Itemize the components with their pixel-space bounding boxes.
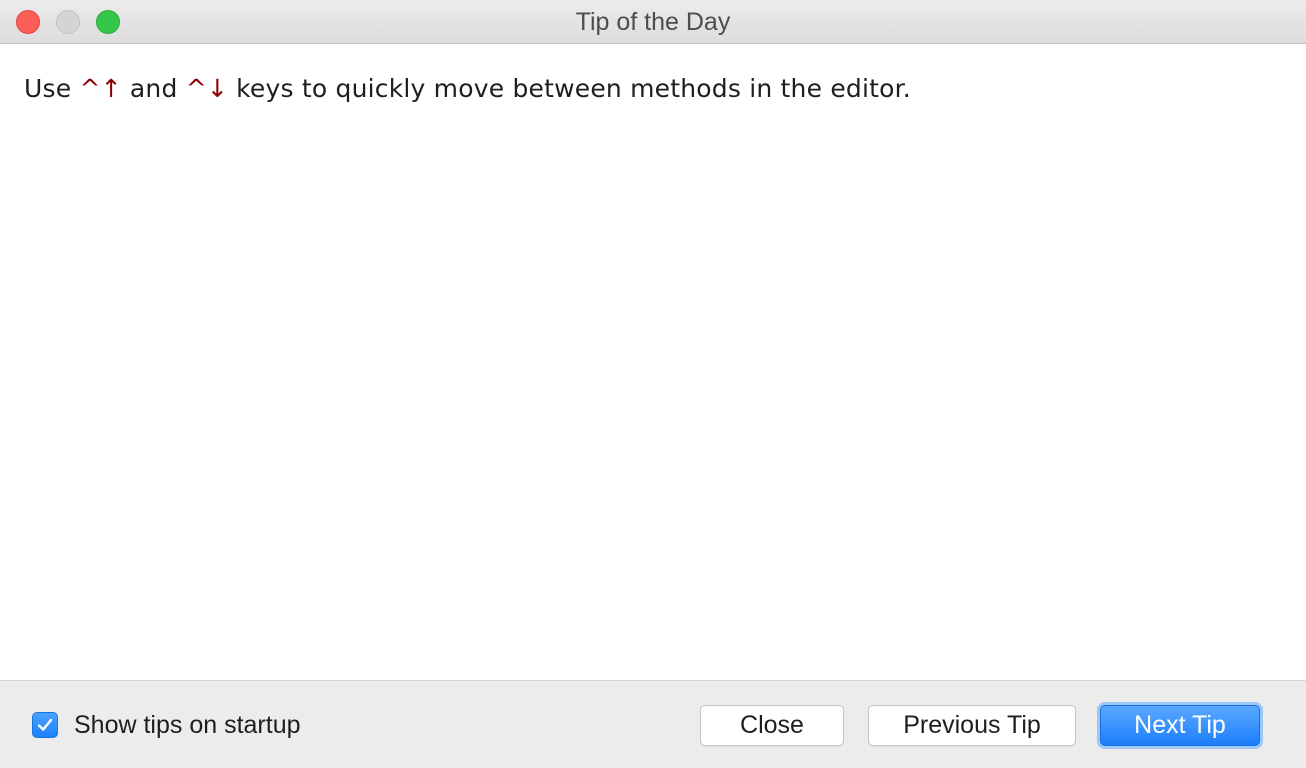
tip-text: Use ^↑ and ^↓ keys to quickly move betwe… [24,74,911,103]
shortcut-down: ^↓ [185,74,228,103]
title-bar[interactable]: Tip of the Day [0,0,1306,44]
tip-suffix: keys to quickly move between methods in … [227,74,911,103]
tip-of-the-day-window: Tip of the Day Use ^↑ and ^↓ keys to qui… [0,0,1306,768]
tip-middle: and [121,74,186,103]
window-title: Tip of the Day [575,8,731,36]
checkmark-icon[interactable] [32,712,58,738]
show-tips-label[interactable]: Show tips on startup [74,711,301,740]
show-tips-checkbox[interactable]: Show tips on startup [32,711,301,739]
tip-content-area: Use ^↑ and ^↓ keys to quickly move betwe… [0,44,1306,680]
dialog-footer: Show tips on startup Close Previous Tip … [0,680,1306,768]
shortcut-up: ^↑ [79,74,122,103]
close-button[interactable]: Close [700,705,844,746]
previous-tip-button[interactable]: Previous Tip [868,705,1076,746]
tip-prefix: Use [24,74,80,103]
next-tip-button[interactable]: Next Tip [1100,705,1260,746]
